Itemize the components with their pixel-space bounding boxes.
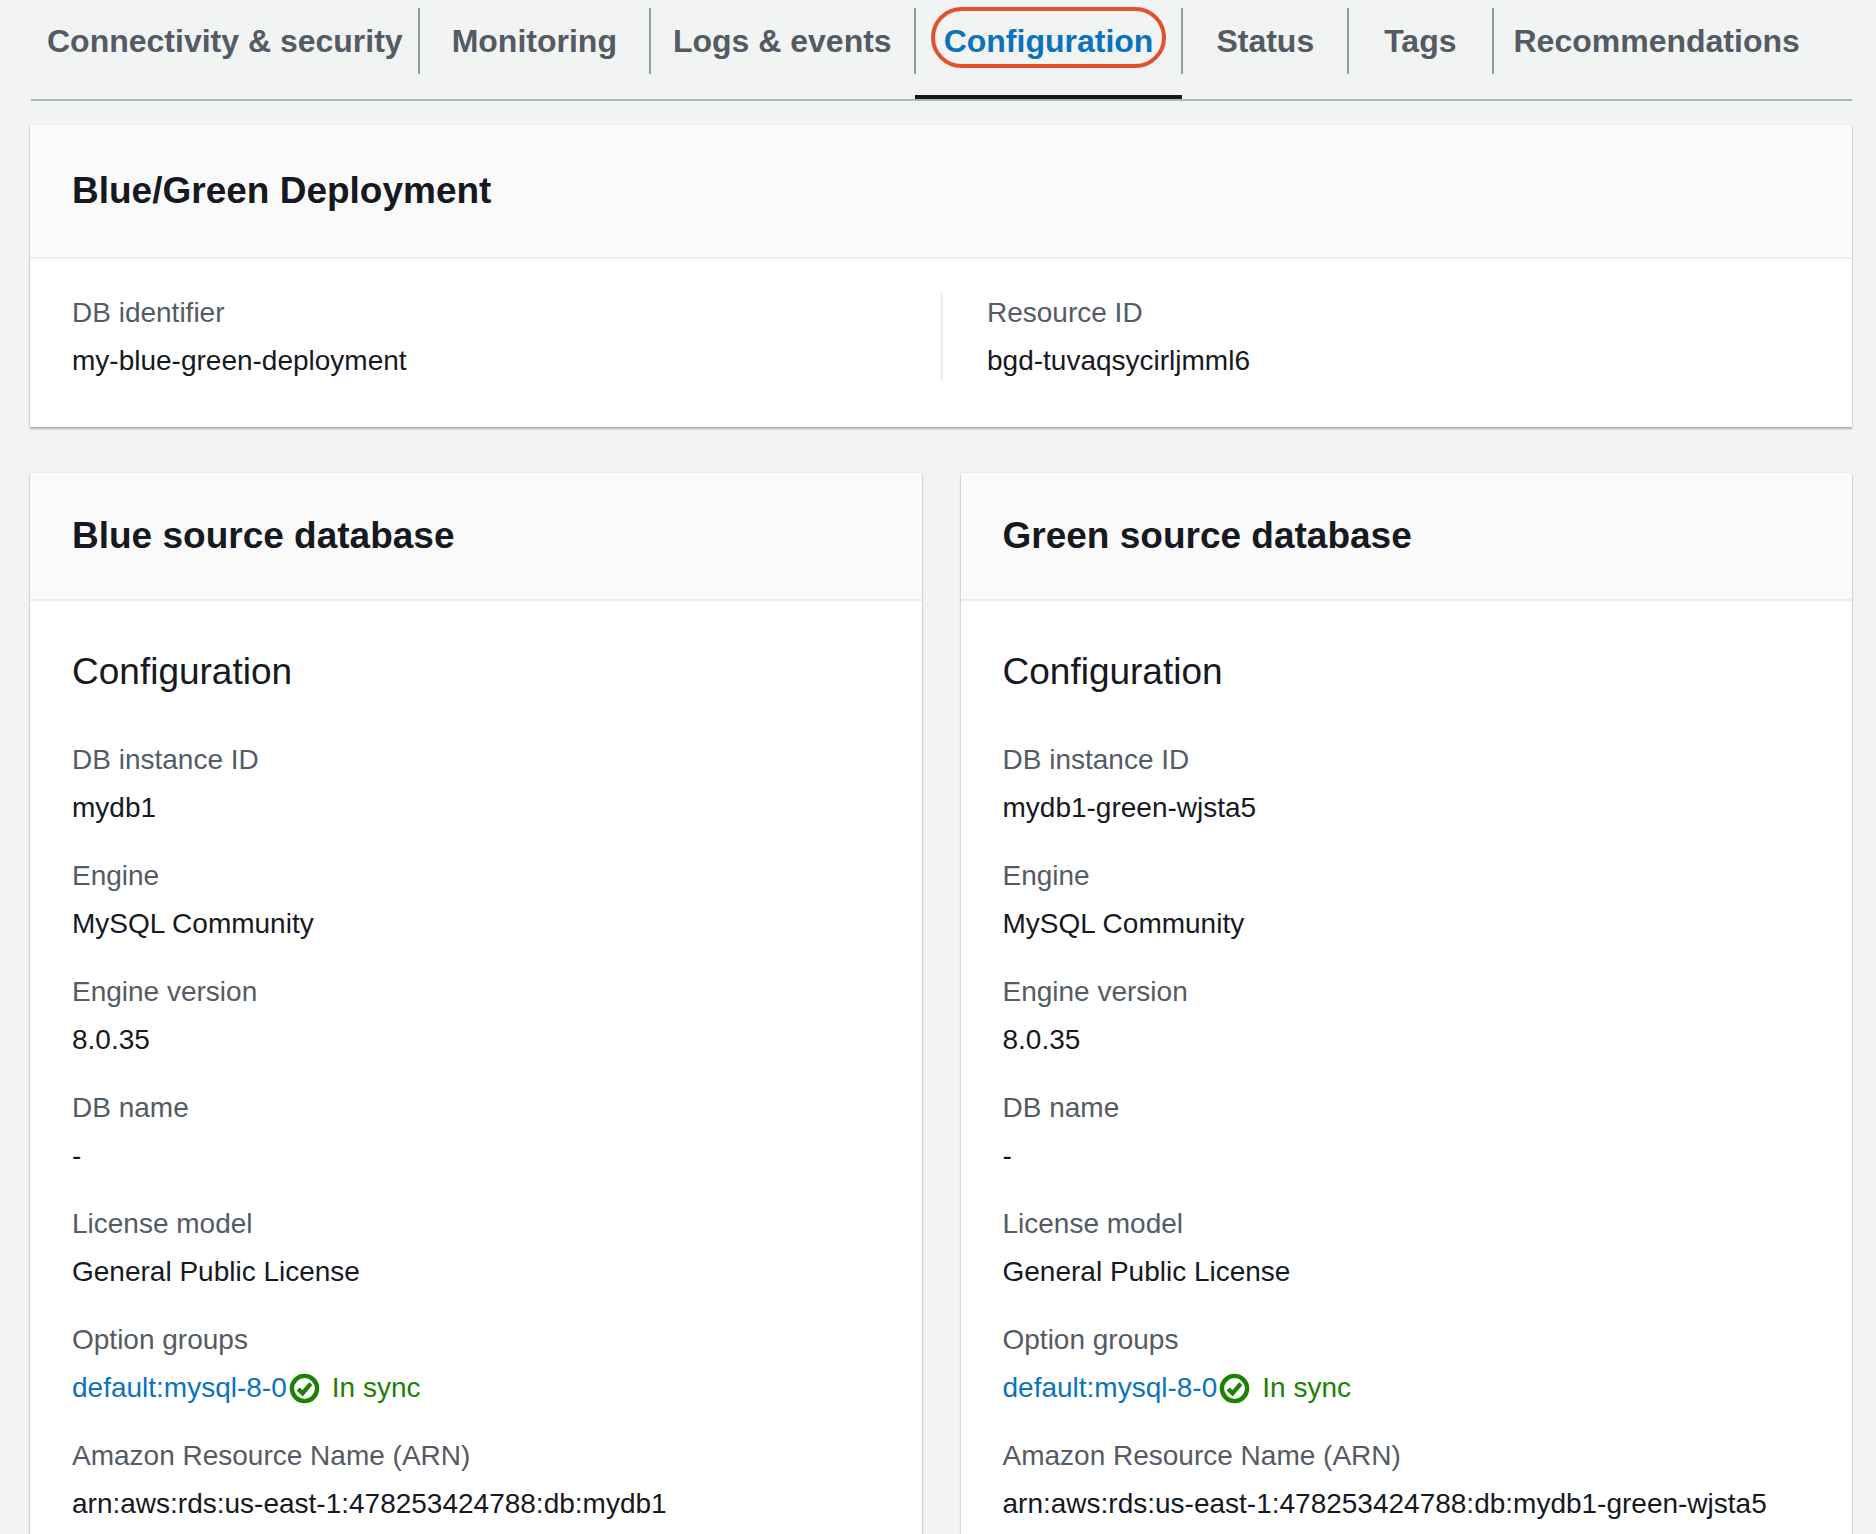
card-header: Green source database	[961, 473, 1853, 601]
tab-status[interactable]: Status	[1182, 0, 1348, 99]
field-db-name: DB name -	[1003, 1088, 1811, 1176]
tab-tags[interactable]: Tags	[1348, 0, 1492, 99]
field-label: DB instance ID	[1003, 740, 1811, 780]
field-arn: Amazon Resource Name (ARN) arn:aws:rds:u…	[1003, 1436, 1811, 1524]
field-label: Engine	[1003, 856, 1811, 896]
field-label: Amazon Resource Name (ARN)	[1003, 1436, 1811, 1476]
field-engine-version: Engine version 8.0.35	[1003, 972, 1811, 1060]
in-sync-status: In sync	[1262, 1368, 1351, 1408]
tab-monitoring[interactable]: Monitoring	[419, 0, 650, 99]
tab-label: Recommendations	[1514, 20, 1800, 62]
column-resource-id: Resource ID bgd-tuvaqsycirljmml6	[941, 293, 1810, 381]
field-label: DB name	[1003, 1088, 1811, 1128]
field-value: -	[1003, 1136, 1811, 1176]
field-license-model: License model General Public License	[1003, 1204, 1811, 1292]
field-label: DB instance ID	[72, 740, 880, 780]
tab-recommendations[interactable]: Recommendations	[1493, 0, 1821, 99]
option-group-link[interactable]: default:mysql-8-0	[72, 1368, 287, 1408]
tab-label: Monitoring	[452, 20, 617, 62]
field-label: Engine version	[72, 972, 880, 1012]
field-engine: Engine MySQL Community	[1003, 856, 1811, 944]
field-license-model: License model General Public License	[72, 1204, 880, 1292]
field-value: -	[72, 1136, 880, 1176]
field-option-groups: Option groups default:mysql-8-0 In sync	[1003, 1320, 1811, 1408]
field-value: arn:aws:rds:us-east-1:478253424788:db:my…	[1003, 1484, 1811, 1524]
field-engine: Engine MySQL Community	[72, 856, 880, 944]
field-label: Engine version	[1003, 972, 1811, 1012]
field-value: 8.0.35	[72, 1020, 880, 1060]
tab-connectivity-security[interactable]: Connectivity & security	[31, 0, 419, 99]
field-arn: Amazon Resource Name (ARN) arn:aws:rds:u…	[72, 1436, 880, 1524]
field-label: Option groups	[72, 1320, 880, 1360]
card-title: Blue source database	[72, 514, 880, 558]
field-option-groups: Option groups default:mysql-8-0 In sync	[72, 1320, 880, 1408]
column-db-identifier: DB identifier my-blue-green-deployment	[72, 293, 941, 381]
option-group-link[interactable]: default:mysql-8-0	[1003, 1368, 1218, 1408]
field-resource-id: Resource ID bgd-tuvaqsycirljmml6	[987, 293, 1810, 381]
status-positive-icon	[1219, 1373, 1250, 1404]
tab-logs-events[interactable]: Logs & events	[650, 0, 915, 99]
field-db-identifier: DB identifier my-blue-green-deployment	[72, 293, 941, 381]
blue-source-database-card: Blue source database Configuration DB in…	[30, 473, 922, 1534]
field-value: MySQL Community	[72, 904, 880, 944]
tab-label: Tags	[1384, 20, 1456, 62]
in-sync-status: In sync	[332, 1368, 421, 1408]
field-db-instance-id: DB instance ID mydb1-green-wjsta5	[1003, 740, 1811, 828]
field-label: Option groups	[1003, 1320, 1811, 1360]
field-engine-version: Engine version 8.0.35	[72, 972, 880, 1060]
section-title: Configuration	[72, 650, 880, 694]
field-value: my-blue-green-deployment	[72, 341, 941, 381]
field-db-name: DB name -	[72, 1088, 880, 1176]
field-label: License model	[1003, 1204, 1811, 1244]
card-body: DB identifier my-blue-green-deployment R…	[30, 259, 1852, 427]
field-value: General Public License	[72, 1252, 880, 1292]
field-value: arn:aws:rds:us-east-1:478253424788:db:my…	[72, 1484, 880, 1524]
tab-label: Logs & events	[673, 20, 892, 62]
field-value: MySQL Community	[1003, 904, 1811, 944]
field-value: mydb1	[72, 788, 880, 828]
status-positive-icon	[289, 1373, 320, 1404]
field-value: mydb1-green-wjsta5	[1003, 788, 1811, 828]
source-database-grid: Blue source database Configuration DB in…	[30, 473, 1852, 1534]
field-label: License model	[72, 1204, 880, 1244]
field-value: bgd-tuvaqsycirljmml6	[987, 341, 1810, 381]
card-title: Green source database	[1003, 514, 1811, 558]
green-source-database-card: Green source database Configuration DB i…	[961, 473, 1853, 1534]
tab-configuration[interactable]: Configuration	[915, 0, 1183, 99]
tab-label: Configuration	[944, 23, 1154, 59]
field-value: 8.0.35	[1003, 1020, 1811, 1060]
field-db-instance-id: DB instance ID mydb1	[72, 740, 880, 828]
field-label: DB name	[72, 1088, 880, 1128]
tab-bar: Connectivity & security Monitoring Logs …	[31, 0, 1852, 101]
card-header: Blue/Green Deployment	[30, 125, 1852, 259]
card-body: Configuration DB instance ID mydb1 Engin…	[30, 601, 922, 1534]
card-title: Blue/Green Deployment	[72, 169, 1810, 213]
card-header: Blue source database	[30, 473, 922, 601]
card-body: Configuration DB instance ID mydb1-green…	[961, 601, 1853, 1534]
section-title: Configuration	[1003, 650, 1811, 694]
tab-label: Connectivity & security	[47, 20, 403, 62]
tab-label: Status	[1216, 20, 1314, 62]
field-label: Amazon Resource Name (ARN)	[72, 1436, 880, 1476]
field-label: DB identifier	[72, 293, 941, 333]
blue-green-deployment-card: Blue/Green Deployment DB identifier my-b…	[30, 125, 1852, 427]
field-label: Engine	[72, 856, 880, 896]
field-value: General Public License	[1003, 1252, 1811, 1292]
page: Connectivity & security Monitoring Logs …	[0, 0, 1876, 1534]
field-label: Resource ID	[987, 293, 1810, 333]
